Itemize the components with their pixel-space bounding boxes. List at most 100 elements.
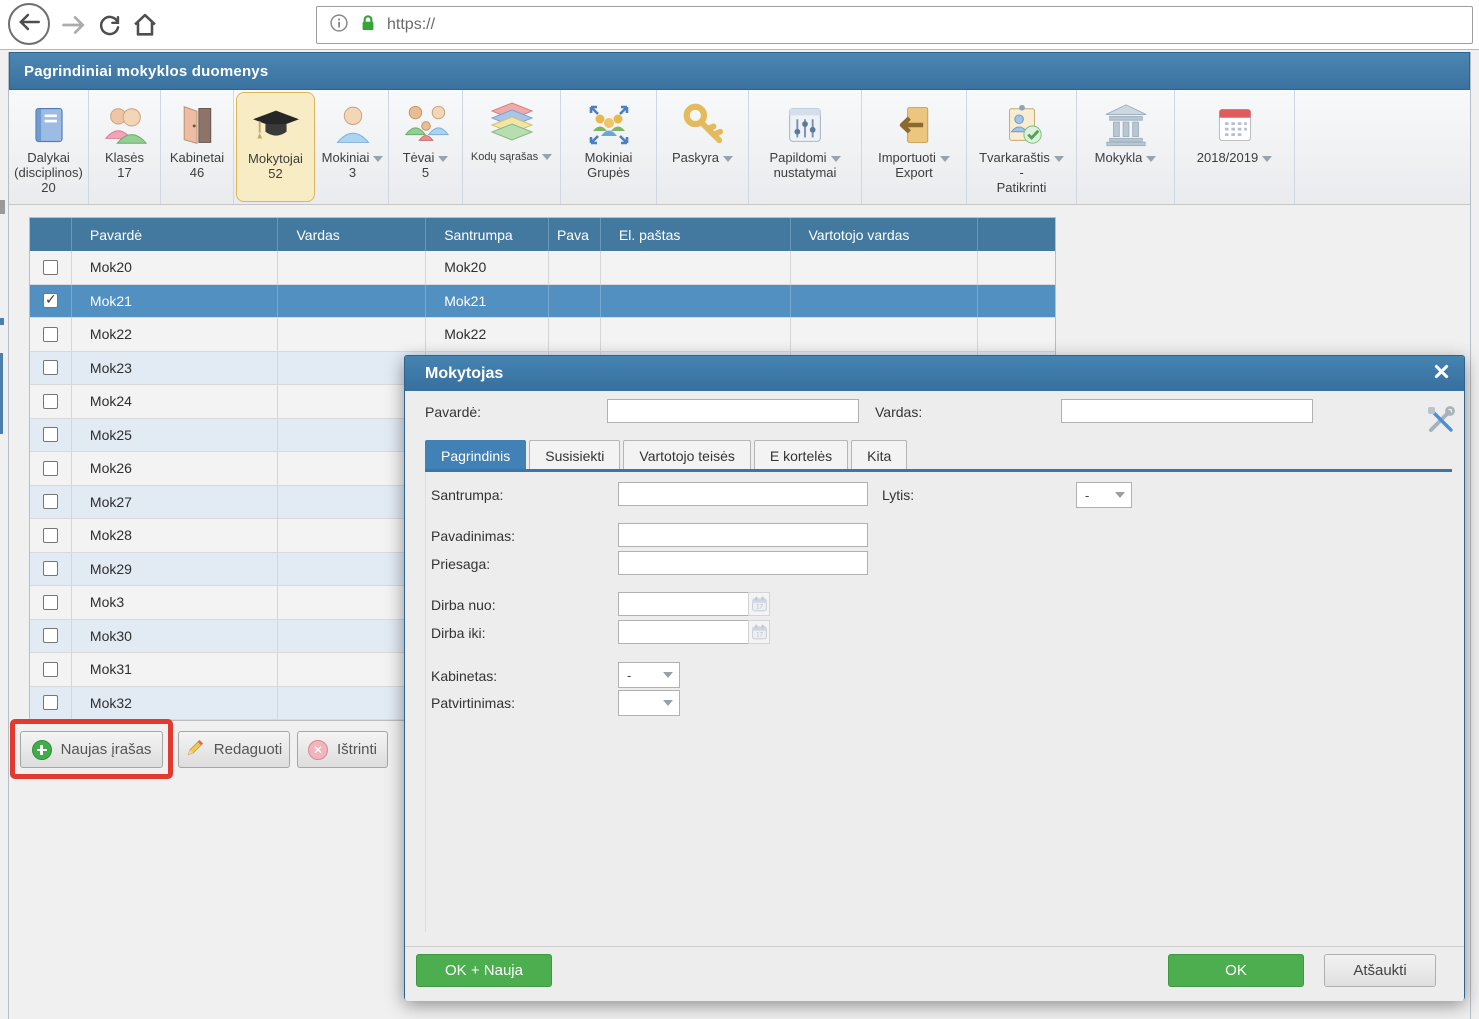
row-checkbox[interactable] [43, 461, 58, 476]
calendar-picker-icon[interactable]: 17 [748, 620, 770, 644]
dirba-nuo-label: Dirba nuo: [431, 597, 496, 613]
toolbar-item-kabinetai[interactable]: Kabinetai 46 [161, 90, 234, 204]
row-checkbox[interactable] [43, 293, 58, 308]
row-checkbox[interactable] [43, 260, 58, 275]
cell-el-pastas [601, 251, 791, 284]
vardas-input[interactable] [1061, 399, 1313, 423]
toolbar-label: Patikrinti [997, 180, 1047, 195]
toolbar-item-papildomi-nustatymai[interactable]: Papildomi nustatymai [749, 90, 862, 204]
row-checkbox[interactable] [43, 595, 58, 610]
tab-underline [425, 469, 1452, 472]
toolbar-item-mokiniai[interactable]: Mokiniai 3 [317, 90, 389, 204]
site-info-icon[interactable] [329, 13, 349, 38]
main-toolbar: Dalykai (disciplinos) 20 Klasės 17 Kabin… [9, 90, 1470, 205]
table-row[interactable]: Mok21Mok21 [30, 285, 1055, 319]
lytis-select[interactable]: - [1076, 482, 1132, 508]
row-checkbox[interactable] [43, 394, 58, 409]
row-checkbox[interactable] [43, 327, 58, 342]
delete-button[interactable]: ✕ Ištrinti [297, 731, 388, 768]
toolbar-label: 2018/2019 [1197, 150, 1272, 165]
tools-icon[interactable] [1427, 406, 1455, 434]
header-select[interactable] [30, 218, 72, 251]
toolbar-item-mokiniai-grupes[interactable]: Mokiniai Grupės [561, 90, 657, 204]
row-checkbox[interactable] [43, 695, 58, 710]
header-el-pastas[interactable]: El. paštas [601, 218, 791, 251]
toolbar-item-tvarkarastis[interactable]: Tvarkaraštis - Patikrinti [967, 90, 1077, 204]
chevron-down-icon [438, 156, 448, 162]
toolbar-item-dalykai[interactable]: Dalykai (disciplinos) 20 [9, 90, 89, 204]
clipped-window-edge [0, 200, 5, 214]
tab-e-korteles[interactable]: E kortelės [754, 440, 848, 470]
header-vartotojo-vardas[interactable]: Vartotojo vardas [791, 218, 979, 251]
cell-el-pastas [601, 318, 791, 351]
cell-extra [978, 251, 1055, 284]
tab-susisiekti[interactable]: Susisiekti [529, 440, 620, 470]
row-checkbox[interactable] [43, 628, 58, 643]
checkbox-cell [30, 251, 72, 284]
lock-icon[interactable] [358, 12, 378, 39]
pavadinimas-input[interactable] [618, 523, 868, 547]
dirba-iki-input[interactable] [618, 620, 748, 644]
toolbar-item-school-year[interactable]: 2018/2019 [1175, 90, 1295, 204]
table-row[interactable]: Mok20Mok20 [30, 251, 1055, 285]
ok-button[interactable]: OK [1168, 954, 1304, 987]
pencil-icon [186, 738, 205, 761]
kabinetas-select[interactable]: - [618, 662, 680, 688]
refresh-icon [96, 11, 123, 43]
toolbar-item-tevai[interactable]: Tėvai 5 [389, 90, 463, 204]
chevron-down-icon [831, 156, 841, 162]
tab-pagrindinis[interactable]: Pagrindinis [425, 440, 526, 470]
cell-pavarde: Mok29 [72, 553, 279, 586]
back-button[interactable] [8, 3, 50, 45]
header-pava[interactable]: Pava [549, 218, 601, 251]
chevron-down-icon [1115, 492, 1125, 498]
tab-vartotojo-teises[interactable]: Vartotojo teisės [623, 440, 750, 470]
refresh-button[interactable] [96, 11, 123, 43]
row-checkbox[interactable] [43, 360, 58, 375]
priesaga-input[interactable] [618, 551, 868, 575]
toolbar-label: Kabinetai [170, 150, 224, 165]
edit-button[interactable]: Redaguoti [178, 731, 290, 768]
row-checkbox[interactable] [43, 494, 58, 509]
table-row[interactable]: Mok22Mok22 [30, 318, 1055, 352]
header-pavarde[interactable]: Pavardė [72, 218, 279, 251]
toolbar-label: Papildomi [769, 150, 840, 165]
santrumpa-input[interactable] [618, 482, 868, 506]
dirba-nuo-input[interactable] [618, 592, 748, 616]
row-checkbox[interactable] [43, 662, 58, 677]
header-santrumpa[interactable]: Santrumpa [426, 218, 549, 251]
home-button[interactable] [131, 11, 159, 44]
forward-arrow-icon [60, 11, 88, 44]
forward-button[interactable] [60, 11, 88, 44]
header-vardas[interactable]: Vardas [278, 218, 426, 251]
toolbar-item-mokytojai[interactable]: Mokytojai 52 [236, 92, 315, 202]
delete-x-icon: ✕ [308, 740, 328, 760]
cell-extra [978, 285, 1055, 318]
cancel-button[interactable]: Atšaukti [1324, 954, 1436, 987]
cell-pavarde: Mok28 [72, 519, 279, 552]
address-bar[interactable]: https:// [316, 6, 1473, 44]
checkbox-cell [30, 419, 72, 452]
cell-pavarde: Mok27 [72, 486, 279, 519]
cell-pavarde: Mok32 [72, 687, 279, 720]
toolbar-label: nustatymai [774, 165, 837, 180]
calendar-picker-icon[interactable]: 17 [748, 592, 770, 616]
toolbar-item-paskyra[interactable]: Paskyra [657, 90, 749, 204]
new-record-button[interactable]: Naujas įrašas [20, 731, 163, 768]
row-checkbox[interactable] [43, 427, 58, 442]
close-icon[interactable] [1433, 363, 1450, 385]
url-text[interactable]: https:// [387, 16, 435, 34]
pavarde-input[interactable] [607, 399, 859, 423]
toolbar-item-importuoti-export[interactable]: Importuoti Export [862, 90, 967, 204]
pavarde-label: Pavardė: [425, 404, 481, 420]
toolbar-item-mokykla[interactable]: Mokykla [1077, 90, 1175, 204]
cell-pavarde: Mok24 [72, 385, 279, 418]
patvirtinimas-select[interactable] [618, 690, 680, 716]
row-checkbox[interactable] [43, 561, 58, 576]
row-checkbox[interactable] [43, 528, 58, 543]
toolbar-item-kodu-sarasas[interactable]: Kodų sąrašas [463, 90, 561, 204]
ok-new-button[interactable]: OK + Nauja [416, 954, 552, 987]
page-title: Pagrindiniai mokyklos duomenys [24, 63, 268, 80]
toolbar-item-klases[interactable]: Klasės 17 [89, 90, 161, 204]
tab-kita[interactable]: Kita [851, 440, 907, 470]
